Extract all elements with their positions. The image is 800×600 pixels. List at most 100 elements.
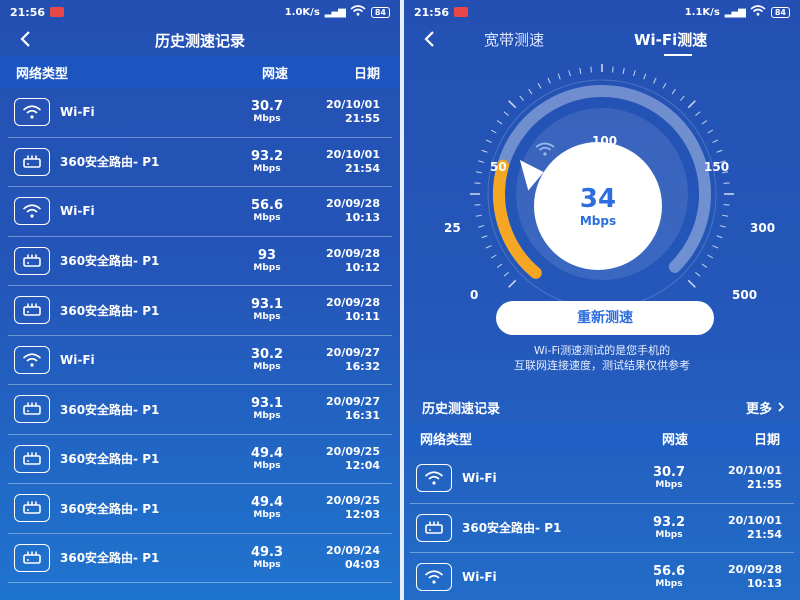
column-speed: 网速 (261, 66, 288, 82)
column-network-type: 网络类型 (420, 432, 473, 448)
time-value: 16:32 (344, 359, 380, 373)
retest-button[interactable]: 重新测速 (496, 301, 714, 335)
speed-value: 30.7 (250, 99, 284, 115)
router-icon (14, 543, 50, 572)
speed-unit: Mbps (579, 214, 617, 228)
network-name: Wi-Fi (60, 352, 95, 367)
chevron-left-icon (20, 31, 30, 47)
back-button[interactable] (14, 27, 38, 51)
battery-indicator: 84 (370, 6, 390, 18)
wifi-icon (14, 98, 50, 127)
row-network: 360安全路由- P1 (8, 494, 232, 523)
row-speed: 93.1 Mbps (232, 298, 302, 323)
speed-value: 49.3 (250, 544, 284, 560)
row-date: 20/09/24 04:03 (302, 544, 392, 572)
speed-unit: Mbps (253, 510, 281, 521)
column-date: 日期 (753, 432, 780, 448)
speed-unit: Mbps (253, 312, 281, 323)
row-network: Wi-Fi (8, 98, 232, 127)
router-icon (416, 513, 452, 542)
row-network: Wi-Fi (8, 345, 232, 374)
speed-unit: Mbps (253, 361, 281, 372)
note-line: Wi-Fi测速测试的是您手机的 (533, 344, 671, 357)
time-value: 10:13 (746, 577, 782, 591)
column-network-type: 网络类型 (16, 66, 69, 82)
row-date: 20/10/01 21:55 (704, 464, 794, 492)
tab-broadband[interactable]: 宽带测速 (484, 24, 544, 56)
speed-value: 49.4 (250, 495, 284, 511)
time-value: 12:03 (344, 508, 380, 522)
network-name: Wi-Fi (60, 105, 95, 120)
time-value: 21:55 (344, 112, 380, 126)
history-screen: 21:56 1.0K/s ▂▄▆ 84 历史测速记录 网络类型 网速 日期 Wi… (0, 0, 400, 600)
row-speed: 93 Mbps (232, 247, 302, 273)
table-row[interactable]: Wi-Fi 30.7 Mbps 20/10/01 21:55 (410, 454, 794, 504)
table-header: 网络类型 网速 日期 (0, 56, 400, 88)
network-name: 360安全路由- P1 (60, 303, 160, 318)
row-network: 360安全路由- P1 (8, 543, 232, 572)
row-speed: 30.7 Mbps (634, 466, 704, 491)
history-section-header: 历史测速记录 更多 (404, 392, 800, 422)
network-name: Wi-Fi (60, 204, 95, 219)
speed-value: 93.1 (250, 396, 284, 412)
table-row[interactable]: Wi-Fi 56.6 Mbps 20/09/28 10:13 (410, 553, 794, 600)
speed-unit: Mbps (253, 411, 281, 422)
signal-icon: ▂▄▆ (324, 6, 346, 18)
tab-wifi[interactable]: Wi-Fi测速 (634, 24, 707, 56)
more-label: 更多 (745, 401, 772, 417)
date-value: 20/09/25 (326, 444, 380, 458)
speed-value: 30.2 (250, 346, 284, 362)
speed-value: 93 (257, 247, 277, 263)
network-name: 360安全路由- P1 (60, 402, 160, 417)
wifi-status-icon (750, 5, 766, 19)
time-value: 12:04 (344, 458, 380, 472)
time-value: 16:31 (344, 409, 380, 423)
row-network: 360安全路由- P1 (8, 444, 232, 473)
table-row[interactable]: 360安全路由- P1 93.2 Mbps 20/10/01 21:54 (8, 138, 392, 187)
speed-value: 56.6 (652, 564, 686, 580)
row-speed: 30.7 Mbps (232, 99, 302, 125)
history-list: Wi-Fi 30.7 Mbps 20/10/01 21:55 360安全路由- P1 93.… (404, 454, 800, 600)
row-network: Wi-Fi (410, 563, 634, 592)
table-row[interactable]: 360安全路由- P1 93.1 Mbps 20/09/28 10:11 (8, 286, 392, 336)
date-value: 20/09/27 (326, 345, 380, 359)
battery-indicator: 84 (770, 6, 790, 18)
table-row[interactable]: 360安全路由- P1 49.4 Mbps 20/09/25 12:03 (8, 484, 392, 534)
row-date: 20/09/28 10:13 (704, 563, 794, 591)
row-speed: 93.1 Mbps (232, 396, 302, 422)
table-row[interactable]: 360安全路由- P1 93.1 Mbps 20/09/27 16:31 (8, 385, 392, 435)
status-time: 21:56 (414, 5, 450, 19)
row-network: Wi-Fi (410, 464, 634, 493)
date-value: 20/10/01 (728, 464, 782, 478)
speed-value: 93.2 (652, 514, 686, 530)
table-row[interactable]: Wi-Fi 30.2 Mbps 20/09/27 16:32 (8, 336, 392, 385)
row-network: 360安全路由- P1 (8, 395, 232, 424)
more-link[interactable]: 更多 (746, 398, 786, 417)
row-network: 360安全路由- P1 (8, 246, 232, 275)
row-speed: 49.4 Mbps (232, 495, 302, 521)
time-value: 21:54 (746, 527, 782, 541)
table-row[interactable]: 360安全路由- P1 93 Mbps 20/09/28 10:12 (8, 237, 392, 286)
table-row[interactable]: 360安全路由- P1 49.3 Mbps 20/09/24 04:03 (8, 534, 392, 583)
date-value: 20/09/27 (326, 395, 380, 409)
back-button[interactable] (418, 27, 442, 51)
speed-unit: Mbps (253, 163, 281, 174)
tick-label: 500 (732, 288, 758, 302)
table-row[interactable]: 360安全路由- P1 49.4 Mbps 20/09/25 12:04 (8, 435, 392, 484)
table-row[interactable]: Wi-Fi 56.6 Mbps 20/09/28 10:13 (8, 187, 392, 237)
network-speed: 1.1K/s (684, 6, 720, 18)
status-time: 21:56 (10, 5, 46, 19)
table-row[interactable]: 360安全路由- P1 93.2 Mbps 20/10/01 21:54 (410, 504, 794, 553)
date-value: 20/10/01 (326, 98, 380, 112)
row-date: 20/09/25 12:04 (302, 445, 392, 473)
network-name: 360安全路由- P1 (60, 551, 160, 566)
table-row[interactable]: Wi-Fi 30.7 Mbps 20/10/01 21:55 (8, 88, 392, 138)
speed-value: 56.6 (250, 198, 284, 214)
row-date: 20/09/28 10:13 (302, 197, 392, 225)
tick-label: 25 (444, 221, 461, 235)
row-date: 20/10/01 21:54 (704, 514, 794, 542)
status-bar: 21:56 1.0K/s ▂▄▆ 84 (0, 0, 400, 24)
time-value: 21:54 (344, 161, 380, 175)
network-name: 360安全路由- P1 (60, 501, 160, 516)
date-value: 20/09/25 (326, 494, 380, 508)
